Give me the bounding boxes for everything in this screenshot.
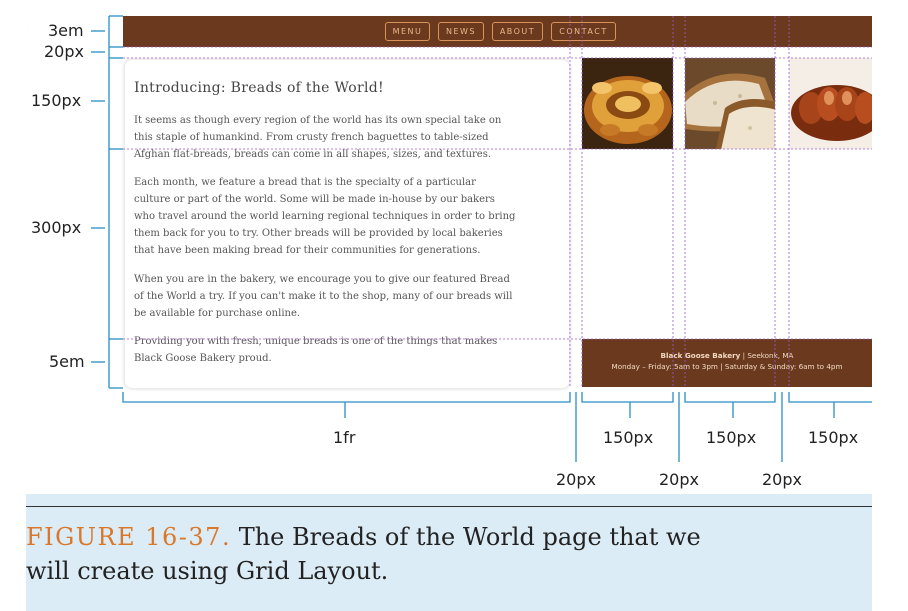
row-label-nav: 3em xyxy=(48,21,84,40)
row-label-content: 300px xyxy=(31,218,82,237)
gap-label-2: 20px xyxy=(659,470,699,489)
column-label-1fr: 1fr xyxy=(333,428,356,447)
figure-number: FIGURE 16-37. xyxy=(26,523,232,551)
caption-text-line-1: The Breads of the World page that we xyxy=(231,523,701,551)
row-label-gap: 20px xyxy=(44,42,84,61)
caption-text-line-2: will create using Grid Layout. xyxy=(26,557,389,585)
row-label-footer: 5em xyxy=(49,352,85,371)
caption-divider xyxy=(26,506,872,507)
gap-label-1: 20px xyxy=(556,470,596,489)
column-label-photo-3: 150px xyxy=(808,428,859,447)
row-label-photos: 150px xyxy=(31,91,82,110)
figure-caption: FIGURE 16-37. The Breads of the World pa… xyxy=(26,520,701,588)
grid-lines xyxy=(123,16,872,388)
column-label-photo-1: 150px xyxy=(603,428,654,447)
dimension-lines xyxy=(91,15,872,462)
column-label-photo-2: 150px xyxy=(706,428,757,447)
gap-label-3: 20px xyxy=(762,470,802,489)
